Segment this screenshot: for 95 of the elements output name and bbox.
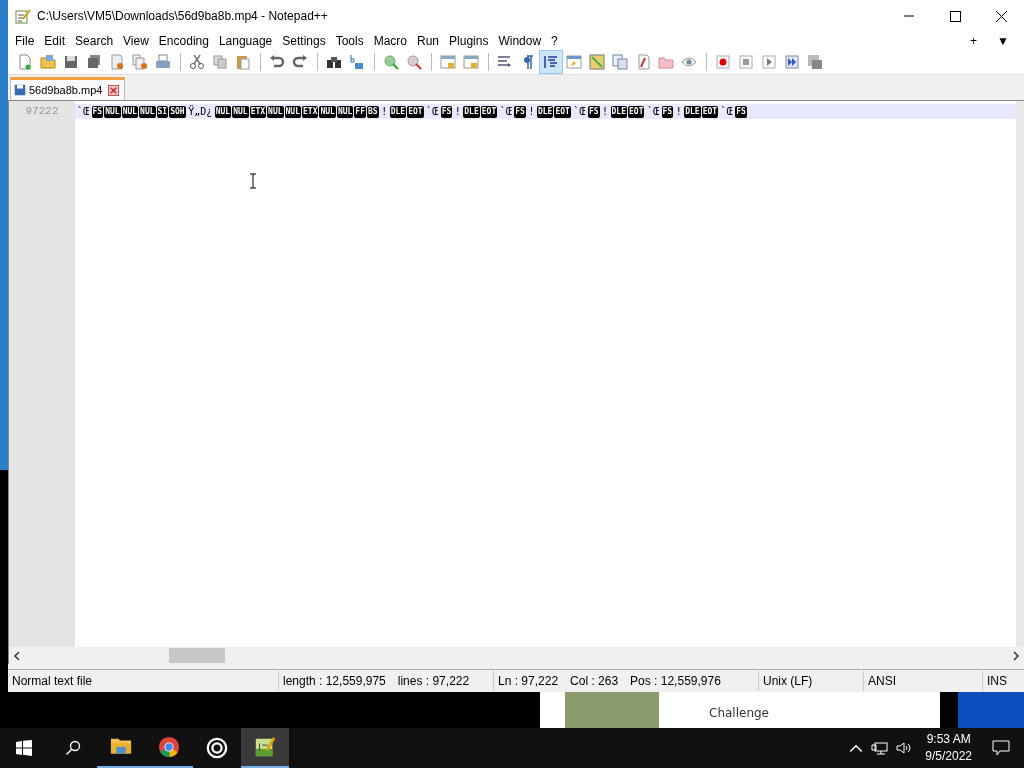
menu-item[interactable]: Search [70, 34, 119, 48]
line-number: 97222 [25, 105, 59, 117]
menu-item[interactable]: File [10, 34, 40, 48]
speaker-icon[interactable] [895, 740, 914, 756]
control-character: DLE [536, 105, 554, 118]
status-text: Unix (LF) [763, 674, 813, 688]
control-character: NUL [214, 105, 232, 118]
save-icon [14, 84, 26, 96]
target-icon [206, 737, 228, 759]
text-area[interactable]: `Œ FS NUL NUL NUL SI SOH Ÿ„D¿ NUL NUL ETX NUL NUL ETX NUL NUL FF BS ! DLE EOT `Œ FS ! DLE EOT `Œ FS ! DLE EOT `Œ FS ! DLE EOT `Œ FS ! DLE EOT `Œ FS [75, 101, 1016, 647]
clock[interactable]: 9:53 AM 9/5/2022 [919, 731, 978, 765]
control-character: NUL [121, 105, 139, 118]
text-characters: `Œ [425, 106, 440, 117]
search-icon[interactable] [65, 740, 81, 756]
control-character: FS [440, 105, 453, 118]
notification-text: Challenge [709, 706, 769, 722]
scroll-thumb[interactable] [169, 648, 225, 663]
control-character: SI [156, 105, 169, 118]
window-title: C:\Users\VM5\Downloads\56d9ba8b.mp4 - Notepad++ [37, 9, 328, 23]
control-character: DLE [610, 105, 627, 118]
menu-item[interactable]: Settings [277, 34, 331, 48]
control-character: EOT [701, 105, 719, 118]
control-character: DLE [684, 105, 701, 118]
control-character: NUL [319, 105, 336, 118]
status-text: Col : 263 [570, 674, 619, 688]
control-character: ETX [302, 105, 319, 118]
menu-button[interactable]: + [965, 34, 983, 48]
browser-icon [158, 736, 180, 758]
text-characters: `Œ [645, 106, 660, 117]
text-characters: ! [601, 106, 610, 117]
control-character: NUL [139, 105, 156, 118]
status-text: lines : 97,222 [397, 674, 470, 688]
control-character: NUL [267, 105, 284, 118]
control-character: ETX [249, 105, 267, 118]
status-text: INS [987, 674, 1007, 688]
text-characters: ! [674, 106, 683, 117]
menu-item[interactable]: Language [213, 34, 278, 48]
text-characters: ! [453, 106, 462, 117]
control-character: DLE [463, 105, 480, 118]
menu-item[interactable]: Window [493, 34, 547, 48]
vertical-scrollbar[interactable] [1016, 101, 1024, 647]
status-text: Pos : 12,559,976 [630, 674, 721, 688]
text-characters: ! [380, 106, 389, 117]
clock-time: 9:53 AM [926, 731, 971, 748]
network-icon[interactable] [871, 740, 890, 756]
control-character: FS [735, 105, 747, 118]
menu-item[interactable]: Encoding [153, 34, 214, 48]
control-character: NUL [104, 105, 121, 118]
control-character: FF [354, 105, 366, 118]
status-text: length : 12,559,975 [283, 674, 386, 688]
control-character: FS [514, 105, 526, 118]
control-character: EOT [407, 105, 424, 118]
text-characters: `Œ [719, 106, 734, 117]
scroll-left-icon[interactable] [13, 650, 21, 661]
control-character: FS [587, 105, 600, 118]
menu-item[interactable]: View [118, 34, 154, 48]
text-characters: `Œ [76, 106, 91, 117]
status-text: Ln : 97,222 [498, 674, 559, 688]
control-character: NUL [232, 105, 249, 118]
menu-button[interactable]: ▼ [992, 34, 1014, 48]
menu-item[interactable]: Edit [39, 34, 71, 48]
control-character: NUL [336, 105, 354, 118]
control-character: NUL [284, 105, 301, 118]
text-characters: ! [527, 106, 536, 117]
text-cursor-icon [249, 173, 257, 189]
windows-logo-icon[interactable] [16, 740, 32, 756]
menu-item[interactable]: Macro [368, 34, 412, 48]
control-character: EOT [480, 105, 498, 118]
control-character: EOT [554, 105, 571, 118]
status-text: Normal text file [12, 674, 93, 688]
control-character: FS [661, 105, 674, 118]
close-icon[interactable] [108, 84, 120, 96]
documents-icon[interactable] [609, 51, 631, 73]
notepad-icon [254, 736, 276, 758]
status-text: ANSI [868, 674, 896, 688]
text-characters: Ÿ„D¿ [187, 106, 214, 117]
file-tab[interactable]: 56d9ba8b.mp4 [10, 77, 126, 100]
control-character: EOT [628, 105, 645, 118]
taskbar-app-button[interactable] [241, 728, 289, 768]
text-characters: `Œ [498, 106, 513, 117]
menu-item[interactable]: ? [546, 34, 563, 48]
message-icon[interactable] [992, 740, 1010, 756]
control-character: DLE [389, 105, 407, 118]
menu-item[interactable]: Tools [330, 34, 369, 48]
control-character: SOH [169, 105, 186, 118]
notepad-icon [15, 8, 31, 24]
indent-guide-icon[interactable] [540, 51, 562, 73]
menu-item[interactable]: Plugins [444, 34, 494, 48]
control-character: BS [367, 105, 379, 118]
scroll-right-icon[interactable] [1012, 650, 1020, 661]
menu-item[interactable]: Run [412, 34, 445, 48]
text-characters: `Œ [572, 106, 587, 117]
clock-date: 9/5/2022 [925, 748, 972, 765]
control-character: FS [91, 105, 104, 118]
map-icon[interactable] [586, 51, 608, 73]
